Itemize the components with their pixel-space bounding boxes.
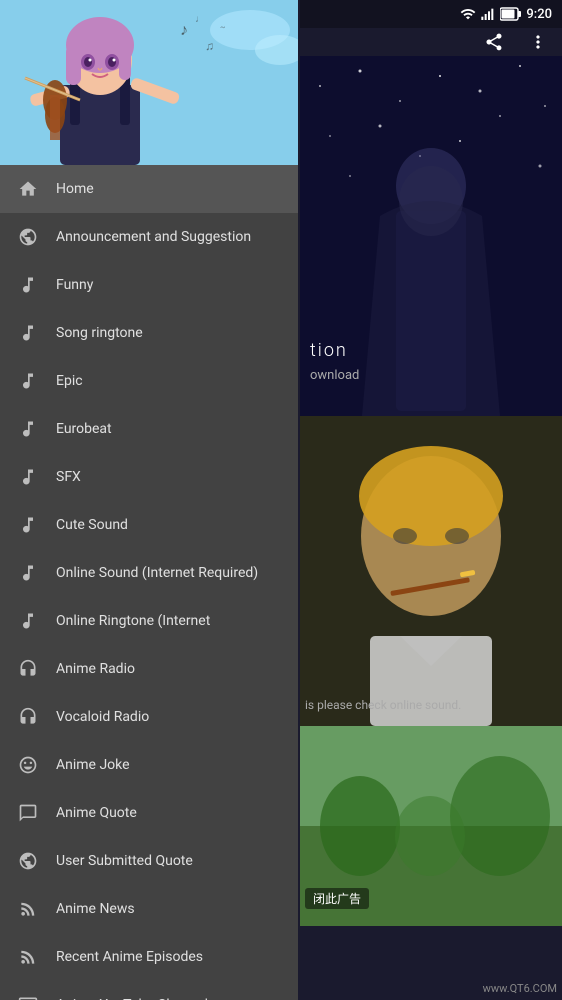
sidebar-item-eurobeat[interactable]: Eurobeat [0, 405, 298, 453]
rss-icon [16, 897, 40, 921]
sidebar-item-label: Funny [56, 277, 282, 293]
sidebar-item-label: User Submitted Quote [56, 853, 282, 869]
ad-close-text[interactable]: 闭此广告 [305, 888, 369, 909]
sidebar-item-recent-anime-episodes[interactable]: Recent Anime Episodes [0, 933, 298, 981]
signal-icon [480, 6, 496, 22]
music-note-icon [16, 417, 40, 441]
status-bar: 9:20 [300, 0, 562, 28]
sidebar-item-home[interactable]: Home [0, 165, 298, 213]
sidebar-item-anime-news[interactable]: Anime News [0, 885, 298, 933]
sidebar-item-funny[interactable]: Funny [0, 261, 298, 309]
time-display: 9:20 [526, 7, 552, 22]
music-note-icon [16, 321, 40, 345]
more-options-button[interactable] [522, 26, 554, 58]
music-note-icon [16, 513, 40, 537]
music-note-icon [16, 465, 40, 489]
smile-icon [16, 753, 40, 777]
panel1-text-overlay: tion [310, 340, 348, 361]
sidebar-item-label: SFX [56, 469, 282, 485]
svg-text:~: ~ [220, 23, 225, 32]
home-icon [16, 177, 40, 201]
content-panel-2 [300, 416, 562, 726]
battery-icon [500, 7, 522, 21]
music-note-icon [16, 561, 40, 585]
content-panel-1 [300, 56, 562, 416]
sidebar-item-online-sound[interactable]: Online Sound (Internet Required) [0, 549, 298, 597]
svg-text:♫: ♫ [205, 39, 214, 53]
sidebar-item-user-submitted-quote[interactable]: User Submitted Quote [0, 837, 298, 885]
sidebar-item-epic[interactable]: Epic [0, 357, 298, 405]
panel1-image [300, 56, 562, 416]
globe-icon [16, 849, 40, 873]
sidebar-item-announcement[interactable]: Announcement and Suggestion [0, 213, 298, 261]
sidebar-item-label: Anime Quote [56, 805, 282, 821]
music-note-icon [16, 369, 40, 393]
sidebar-item-label: Home [56, 181, 282, 197]
sidebar-item-anime-youtube-channels[interactable]: Anime YouTube Channels [0, 981, 298, 1000]
headphones-icon [16, 657, 40, 681]
sidebar-item-anime-quote[interactable]: Anime Quote [0, 789, 298, 837]
sidebar-item-label: Epic [56, 373, 282, 389]
svg-text:♪: ♪ [180, 20, 188, 39]
navigation-drawer: ♪ ♫ ♩ ~ [0, 0, 298, 1000]
sidebar-item-label: Online Sound (Internet Required) [56, 565, 282, 581]
sidebar-item-label: Vocaloid Radio [56, 709, 282, 725]
sidebar-item-label: Recent Anime Episodes [56, 949, 282, 965]
status-icons: 9:20 [460, 6, 552, 22]
drawer-header: ♪ ♫ ♩ ~ [0, 0, 298, 165]
sidebar-item-label: Announcement and Suggestion [56, 229, 282, 245]
share-button[interactable] [478, 26, 510, 58]
sidebar-item-anime-joke[interactable]: Anime Joke [0, 741, 298, 789]
online-sound-text: is please check online sound. [305, 698, 555, 712]
globe-icon [16, 225, 40, 249]
panel1-download-text: ownload [310, 368, 359, 383]
sidebar-item-label: Anime Joke [56, 757, 282, 773]
tv-icon [16, 993, 40, 1000]
svg-text:♩: ♩ [195, 14, 205, 25]
sidebar-item-label: Song ringtone [56, 325, 282, 341]
drawer-menu: Home Announcement and Suggestion Funny Song… [0, 165, 298, 1000]
sidebar-item-cute-sound[interactable]: Cute Sound [0, 501, 298, 549]
wifi-icon [460, 6, 476, 22]
sidebar-item-vocaloid-radio[interactable]: Vocaloid Radio [0, 693, 298, 741]
sidebar-item-song-ringtone[interactable]: Song ringtone [0, 309, 298, 357]
sidebar-item-label: Anime Radio [56, 661, 282, 677]
headphones-icon [16, 705, 40, 729]
sidebar-item-label: Online Ringtone (Internet [56, 613, 282, 629]
sidebar-item-label: Anime News [56, 901, 282, 917]
sidebar-item-anime-radio[interactable]: Anime Radio [0, 645, 298, 693]
sidebar-item-label: Cute Sound [56, 517, 282, 533]
music-note-icon [16, 273, 40, 297]
drawer-header-image: ♪ ♫ ♩ ~ [0, 0, 298, 165]
watermark: www.QT6.COM [483, 982, 557, 995]
rss-icon [16, 945, 40, 969]
sidebar-item-label: Eurobeat [56, 421, 282, 437]
sidebar-item-sfx[interactable]: SFX [0, 453, 298, 501]
chat-icon [16, 801, 40, 825]
sidebar-item-online-ringtone[interactable]: Online Ringtone (Internet [0, 597, 298, 645]
music-note-icon [16, 609, 40, 633]
